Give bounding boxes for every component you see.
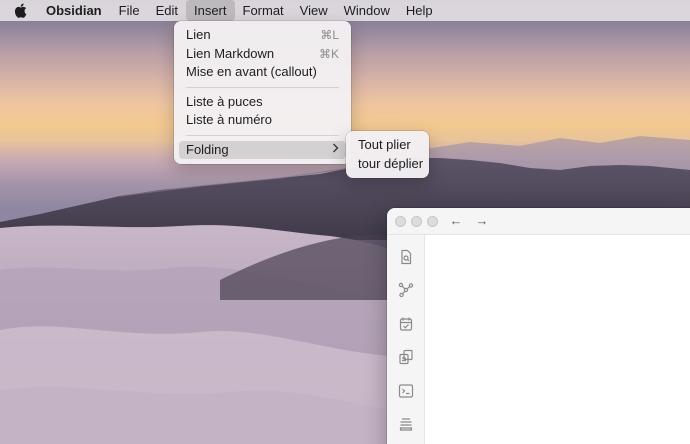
apple-icon (14, 3, 26, 18)
apple-menu-icon[interactable] (0, 0, 40, 21)
menu-bar: Obsidian File Edit Insert Format View Wi… (0, 0, 690, 21)
menu-item-tout-plier[interactable]: Tout plier (351, 136, 424, 155)
menu-item-label: Lien (186, 27, 211, 42)
chevron-right-icon (332, 141, 339, 160)
menu-edit[interactable]: Edit (148, 0, 186, 21)
shortcut-label: ⌘L (320, 28, 339, 42)
command-palette-icon[interactable] (398, 383, 414, 399)
menu-separator (186, 86, 339, 88)
graph-view-icon[interactable] (398, 282, 414, 298)
menu-item-label: Mise en avant (callout) (186, 64, 317, 79)
menu-item-label: Lien Markdown (186, 45, 275, 61)
menu-file[interactable]: File (111, 0, 148, 21)
slides-icon[interactable] (398, 416, 414, 432)
menu-item-tout-deplier[interactable]: tour déplier (351, 155, 424, 174)
menu-view[interactable]: View (292, 0, 336, 21)
menu-item-lien[interactable]: Lien ⌘L (179, 26, 346, 45)
menu-item-lien-markdown[interactable]: Lien Markdown ⌘K (179, 45, 346, 64)
menu-item-label: Tout plier (358, 137, 411, 152)
menu-item-folding[interactable]: Folding (179, 140, 346, 160)
insert-menu-dropdown: Lien ⌘L Lien Markdown ⌘K Mise en avant (… (174, 21, 351, 164)
menu-item-liste-numero[interactable]: Liste à numéro (179, 111, 346, 130)
navigate-forward-icon[interactable]: → (473, 212, 491, 230)
daily-note-icon[interactable] (398, 316, 414, 332)
menu-insert[interactable]: Insert (185, 0, 235, 21)
minimize-window-button[interactable] (411, 216, 422, 227)
menu-help[interactable]: Help (398, 0, 441, 21)
templates-icon[interactable] (398, 349, 414, 365)
obsidian-window: ← → (387, 208, 690, 444)
window-titlebar[interactable]: ← → (387, 208, 690, 235)
menu-item-label: tour déplier (358, 155, 424, 171)
search-file-icon[interactable] (398, 249, 414, 265)
folding-submenu: Tout plier tour déplier (346, 131, 429, 178)
left-ribbon (387, 235, 425, 444)
menu-item-label: Liste à puces (186, 93, 263, 109)
menu-window[interactable]: Window (336, 0, 398, 21)
menu-format[interactable]: Format (235, 0, 292, 21)
navigate-back-icon[interactable]: ← (447, 212, 465, 230)
menu-item-callout[interactable]: Mise en avant (callout) (179, 63, 346, 82)
menu-separator (186, 134, 339, 136)
editor-area[interactable] (426, 235, 690, 444)
menu-item-label: Folding (186, 141, 229, 157)
shortcut-label: ⌘K (318, 46, 339, 61)
close-window-button[interactable] (395, 216, 406, 227)
menu-app-name[interactable]: Obsidian (40, 0, 111, 21)
menu-item-liste-puces[interactable]: Liste à puces (179, 93, 346, 112)
zoom-window-button[interactable] (427, 216, 438, 227)
menu-item-label: Liste à numéro (186, 112, 272, 127)
